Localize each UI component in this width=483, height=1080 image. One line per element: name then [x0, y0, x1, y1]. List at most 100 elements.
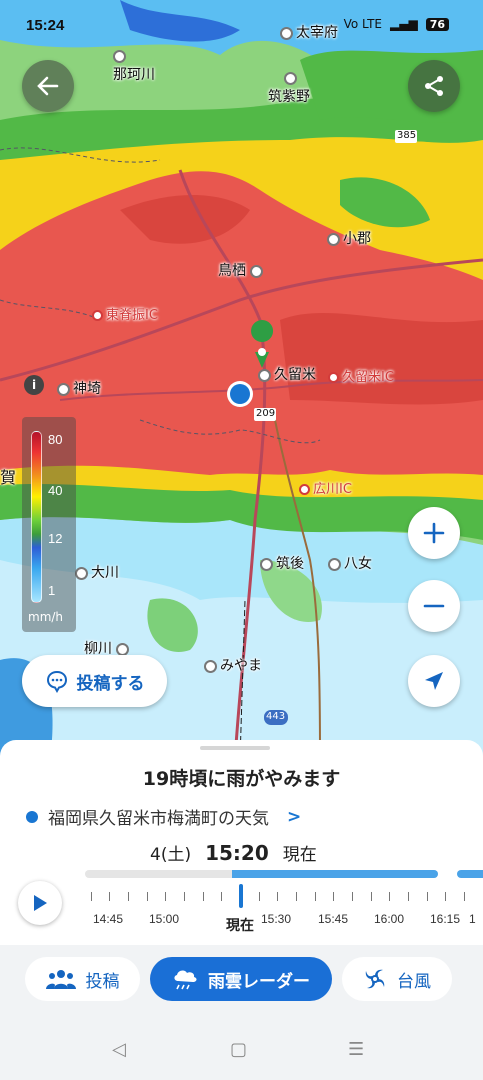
arrow-left-icon: [37, 76, 59, 96]
back-button[interactable]: [22, 60, 74, 112]
place-label: 小郡: [327, 228, 371, 248]
tab-typhoon[interactable]: 台風: [342, 957, 452, 1001]
timeline-tick: [91, 892, 92, 901]
place-label: 大川: [75, 562, 119, 582]
timeline-tick: [315, 892, 316, 901]
timeline-label: 16:00: [374, 912, 405, 926]
location-name: 福岡県久留米市梅満町の天気: [48, 809, 269, 829]
place-dot-icon: [258, 368, 271, 382]
play-button[interactable]: [18, 881, 62, 925]
timeline-tick: [296, 892, 297, 901]
place-dot-icon: [328, 557, 341, 571]
timeline-track-extra: [457, 870, 483, 878]
place-dot-icon: [280, 26, 293, 40]
place-dot-icon: [116, 642, 129, 656]
post-report-button[interactable]: 投稿する: [22, 655, 167, 707]
timeline-label: 15:45: [318, 912, 349, 926]
place-label: 鳥栖: [218, 260, 266, 280]
tab-posts[interactable]: 投稿: [25, 957, 140, 1001]
time-slider[interactable]: 14:45 15:00 15:30 15:45 16:00 16:15 1 現在: [85, 870, 483, 940]
timeline-tick: [389, 892, 390, 901]
now-text: 現在: [282, 845, 317, 865]
play-icon: [34, 895, 47, 911]
ic-dot-icon: [92, 310, 103, 321]
road-number: 443: [266, 711, 286, 722]
place-label: 久留米: [258, 364, 316, 384]
chat-plus-icon: [46, 670, 67, 693]
status-icons: Vo LTE ▂▄▆ 76: [344, 17, 449, 31]
rainfall-legend: 80 40 12 1 mm/h: [22, 417, 76, 632]
nav-back-icon[interactable]: ◁: [112, 1039, 126, 1060]
rain-stop-headline: 19時頃に雨がやみます: [142, 768, 341, 790]
timeline-tick: [221, 892, 222, 901]
zoom-out-button[interactable]: [408, 580, 460, 632]
signal-icon: ▂▄▆: [390, 17, 418, 31]
place-label: みやま: [204, 655, 262, 675]
nav-recents-icon[interactable]: ☰: [348, 1039, 364, 1060]
timeline-tick: [427, 892, 428, 901]
timeline-tick: [184, 892, 185, 901]
place-dot-icon: [327, 232, 340, 246]
typhoon-icon: [365, 969, 385, 989]
timeline-label: 15:30: [261, 912, 292, 926]
place-dot-icon: [284, 71, 297, 85]
legend-color-bar: [31, 431, 42, 603]
location-weather-link[interactable]: 福岡県久留米市梅満町の天気 >: [26, 804, 301, 829]
minus-icon: [423, 604, 445, 608]
time-text: 15:20: [205, 841, 269, 865]
timeline-tick: [371, 892, 372, 901]
road-number: 385: [397, 130, 417, 141]
place-dot-icon: [204, 659, 217, 673]
rain-radar-map[interactable]: 15:24 Vo LTE ▂▄▆ 76 那珂川 筑紫野 小郡 鳥栖 東脊振IC …: [0, 0, 483, 760]
timeline-tick: [259, 892, 260, 901]
chevron-right-icon: >: [287, 806, 302, 827]
forecast-sheet: 19時頃に雨がやみます 福岡県久留米市梅満町の天気 > 4(土) 15:20 現…: [0, 740, 483, 945]
bottom-tab-bar: 投稿 雨雲レーダー 台風: [0, 945, 483, 1015]
road-number: 209: [256, 408, 276, 419]
legend-level: 1: [48, 583, 56, 598]
legend-info-button[interactable]: i: [24, 375, 44, 395]
plus-icon: [423, 522, 445, 544]
place-label: 筑後: [260, 553, 304, 573]
place-dot-icon: [113, 49, 126, 63]
tab-rain-radar[interactable]: 雨雲レーダー: [150, 957, 332, 1001]
ic-label: 東脊振IC: [92, 304, 158, 323]
timeline-now-label: 現在: [226, 918, 254, 934]
share-button[interactable]: [408, 60, 460, 112]
timeline-tick: [277, 892, 278, 901]
battery-icon: 76: [425, 17, 449, 31]
ic-dot-icon: [328, 372, 339, 383]
place-label: 八女: [328, 553, 372, 573]
nav-home-icon[interactable]: ▢: [230, 1039, 247, 1060]
map-pin-icon: [251, 320, 274, 342]
sheet-drag-handle[interactable]: [200, 746, 270, 750]
location-dot-icon: [26, 810, 38, 823]
place-dot-icon: [75, 566, 88, 580]
system-nav-bar: ◁ ▢ ☰: [0, 1015, 483, 1080]
legend-unit: mm/h: [28, 610, 64, 624]
timeline-tick: [445, 892, 446, 901]
timeline-tick: [333, 892, 334, 901]
tab-label: 雨雲レーダー: [208, 971, 310, 992]
tab-label: 投稿: [85, 971, 120, 992]
status-bar: 15:24 Vo LTE ▂▄▆ 76: [0, 0, 483, 40]
rain-cloud-icon: [174, 970, 197, 990]
locate-me-button[interactable]: [408, 655, 460, 707]
place-label: 太宰府: [280, 22, 338, 42]
place-label: 賀: [0, 468, 17, 487]
zoom-in-button[interactable]: [408, 507, 460, 559]
timeline-label-cropped: 1: [469, 912, 476, 926]
timeline-tick: [203, 892, 204, 901]
legend-level: 12: [48, 531, 63, 546]
timeline-cursor[interactable]: [239, 884, 243, 908]
timeline-label: 16:15: [430, 912, 461, 926]
ic-label: 広川IC: [299, 478, 352, 497]
place-label: 神埼: [57, 378, 101, 398]
timeline-label: 15:00: [149, 912, 180, 926]
share-icon: [425, 76, 443, 96]
date-text: 4(土): [150, 845, 192, 865]
place-label: 那珂川: [113, 48, 155, 84]
timeline-tick: [165, 892, 166, 901]
timeline-label: 14:45: [93, 912, 124, 926]
legend-level: 80: [48, 432, 63, 447]
